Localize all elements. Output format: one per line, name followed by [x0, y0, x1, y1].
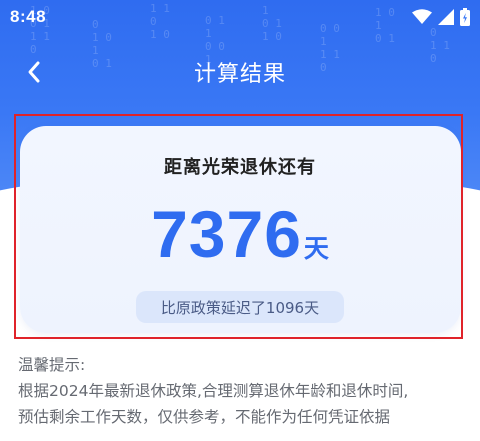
- result-screen: 1 00 11 10 01 010 1 1 101 0 0 110 01 10 …: [0, 0, 480, 441]
- status-bar: 8:48: [0, 0, 480, 34]
- status-icons: [412, 8, 470, 26]
- delay-badge: 比原政策延迟了1096天: [136, 291, 344, 323]
- days-remaining: 7376天: [0, 196, 480, 272]
- tips-line: 根据2024年最新退休政策,合理测算退休年龄和退休时间,: [18, 382, 409, 400]
- result-heading: 距离光荣退休还有: [164, 157, 316, 178]
- battery-icon: [460, 8, 470, 26]
- page-title: 计算结果: [193, 62, 286, 87]
- status-time: 8:48: [10, 7, 47, 26]
- delay-text: 比原政策延迟了1096天: [160, 298, 320, 317]
- days-unit: 天: [303, 234, 329, 263]
- days-number: 7376: [151, 197, 302, 271]
- tips-title: 温馨提示:: [18, 356, 86, 374]
- tips-line: 预估剩余工作天数，仅供参考，不能作为任何凭证依据: [18, 408, 391, 426]
- wifi-icon: [412, 9, 432, 24]
- tips-section: 温馨提示: 根据2024年最新退休政策,合理测算退休年龄和退休时间, 预估剩余工…: [18, 352, 470, 430]
- signal-icon: [438, 9, 454, 25]
